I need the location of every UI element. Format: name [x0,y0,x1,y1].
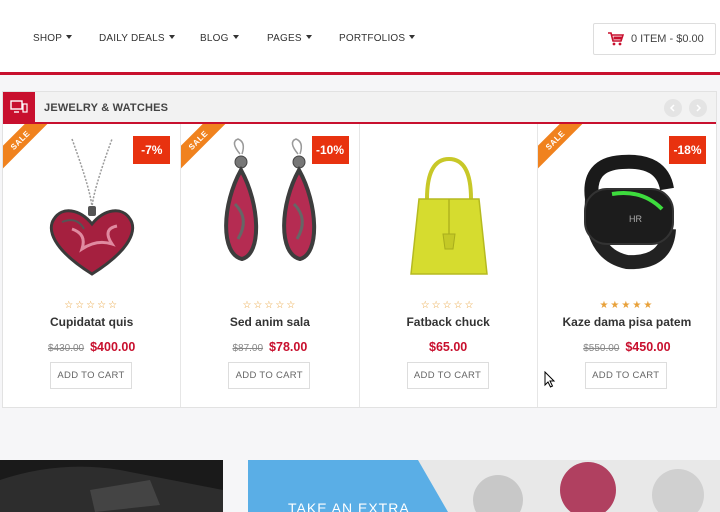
old-price: $550.00 [583,343,620,354]
caret-down-icon [168,35,175,39]
cart-button[interactable]: 0 ITEM - $0.00 [593,23,716,55]
sale-price: $78.00 [269,340,308,354]
caret-down-icon [232,35,239,39]
section-title: JEWELRY & WATCHES [44,102,169,114]
old-price: $430.00 [47,343,85,354]
product-card[interactable]: ☆☆☆☆☆ Fatback chuck $65.00 ADD TO CART [360,124,538,407]
chevron-left-icon [669,104,675,112]
product-name[interactable]: Sed anim sala [181,315,358,329]
cart-icon [608,32,624,46]
product-image-drop-earrings [224,138,317,262]
price-row: $430.00 $400.00 [3,338,180,356]
rating-stars: ☆☆☆☆☆ [242,300,298,311]
add-to-cart-button[interactable]: ADD TO CART [584,362,667,389]
nav-item-shop[interactable]: SHOP [33,33,73,44]
nav-item-blog[interactable]: BLOG [200,33,239,44]
product-card[interactable]: SALE -18% HR ★★★★★ Kaze dama pisa patem … [537,124,716,407]
nav-item-pages[interactable]: PAGES [267,33,312,44]
sale-price: $65.00 [429,340,468,354]
product-name[interactable]: Cupidatat quis [3,315,180,329]
caret-down-icon [66,35,73,39]
product-card[interactable]: SALE -10% ☆☆☆☆☆ Sed anim sala $87.00 $78.… [181,124,360,407]
top-navigation: SHOP DAILY DEALS BLOG PAGES PORTFOLIOS 0… [0,0,720,72]
product-name[interactable]: Fatback chuck [360,315,537,329]
caret-down-icon [409,35,416,39]
nav-label: PORTFOLIOS [339,33,406,44]
product-image-fitness-watch: HR [583,154,676,270]
nav-label: BLOG [200,33,229,44]
nav-label: DAILY DEALS [99,33,165,44]
rating-stars: ☆☆☆☆☆ [64,300,120,311]
add-to-cart-button[interactable]: ADD TO CART [406,362,489,389]
nav-item-portfolios[interactable]: PORTFOLIOS [339,33,416,44]
sale-price: $400.00 [90,340,136,354]
chevron-right-icon [696,104,702,112]
jewelry-watches-section: JEWELRY & WATCHES SALE -7% ☆☆☆☆☆ Cupidat… [2,91,717,408]
carousel-next-button[interactable] [689,99,707,117]
promo-banner-left[interactable] [0,460,223,512]
product-image-yellow-handbag [409,156,488,275]
section-header: JEWELRY & WATCHES [3,92,716,124]
caret-down-icon [305,35,312,39]
cart-summary: 0 ITEM - $0.00 [631,33,704,45]
add-to-cart-button[interactable]: ADD TO CART [50,362,132,389]
rating-stars: ★★★★★ [599,300,655,311]
nav-label: PAGES [267,33,302,44]
price-row: $87.00 $78.00 [181,338,358,356]
product-image-heart-necklace [49,138,135,276]
price-row: $65.00 [360,338,537,356]
banner-image-product [0,460,223,512]
promo-banner-right[interactable]: TAKE AN EXTRA [248,460,720,512]
nav-label: SHOP [33,33,63,44]
price-row: $550.00 $450.00 [538,338,716,356]
banner-headline: TAKE AN EXTRA [288,500,410,512]
nav-item-daily-deals[interactable]: DAILY DEALS [99,33,175,44]
nav-divider [0,72,720,75]
rating-stars: ☆☆☆☆☆ [420,300,476,311]
devices-icon [3,92,35,122]
svg-text:HR: HR [629,214,642,224]
add-to-cart-button[interactable]: ADD TO CART [228,362,311,389]
sale-price: $450.00 [625,340,671,354]
product-grid: SALE -7% ☆☆☆☆☆ Cupidatat quis $430.00 $40… [3,124,716,407]
old-price: $87.00 [232,343,264,354]
carousel-prev-button[interactable] [664,99,682,117]
product-name[interactable]: Kaze dama pisa patem [538,315,716,329]
product-card[interactable]: SALE -7% ☆☆☆☆☆ Cupidatat quis $430.00 $40… [3,124,182,407]
mouse-cursor-icon [544,371,556,388]
